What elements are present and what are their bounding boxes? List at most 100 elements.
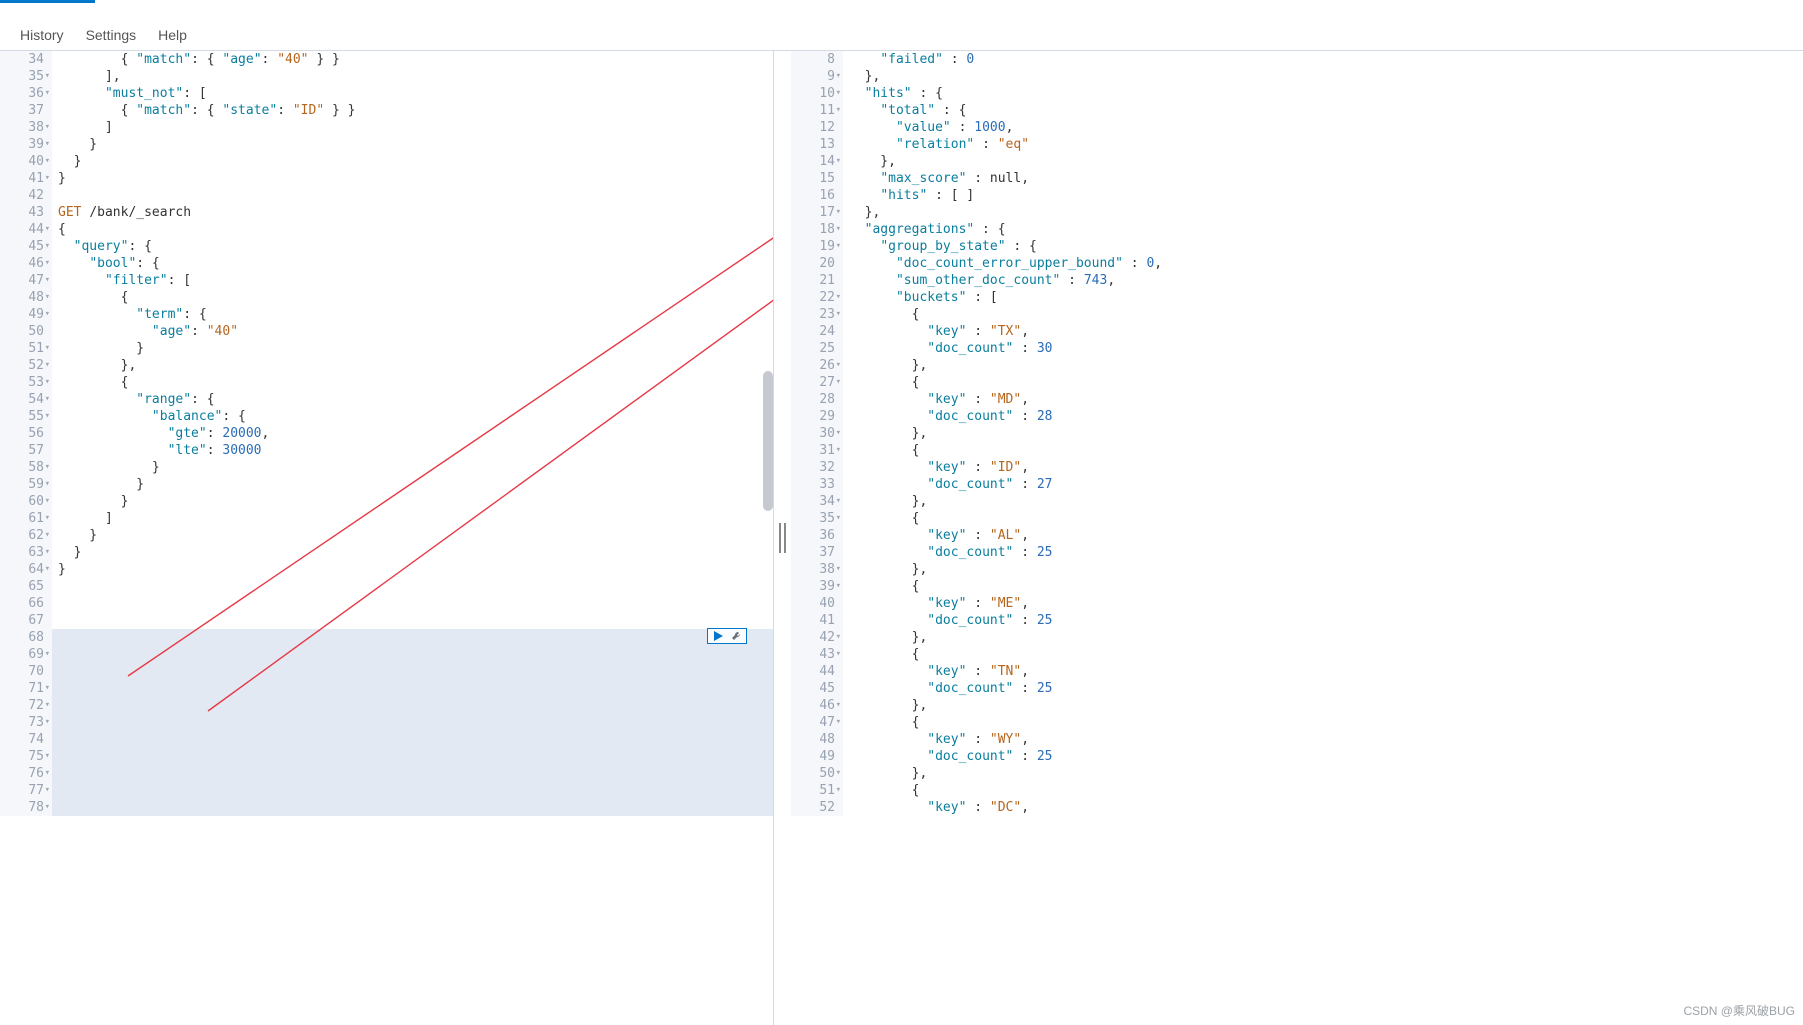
left-gutter: 3435363738394041424344454647484950515253… (0, 51, 52, 816)
code-line[interactable]: }, (58, 357, 773, 374)
code-line[interactable]: "key" : "ME", (849, 595, 1803, 612)
tab-accent (0, 0, 95, 3)
menu-help[interactable]: Help (158, 27, 187, 43)
left-scrollbar-thumb[interactable] (763, 371, 773, 511)
code-line[interactable]: { (849, 442, 1803, 459)
code-line[interactable]: "age": "40" (58, 323, 773, 340)
code-line[interactable] (58, 187, 773, 204)
panel-splitter[interactable] (774, 50, 791, 1025)
right-gutter: 8910111213141516171819202122232425262728… (791, 51, 843, 816)
watermark: CSDN @乘风破BUG (1683, 1002, 1795, 1019)
code-line[interactable]: "aggregations" : { (849, 221, 1803, 238)
code-line[interactable]: "doc_count" : 27 (849, 476, 1803, 493)
menubar: History Settings Help (0, 20, 1803, 50)
right-code: "failed" : 0 }, "hits" : { "total" : { "… (843, 51, 1803, 816)
code-line[interactable]: "gte": 20000, (58, 425, 773, 442)
code-line[interactable]: { (58, 221, 773, 238)
code-line[interactable]: "doc_count" : 25 (849, 748, 1803, 765)
code-line[interactable]: { (849, 374, 1803, 391)
code-line[interactable] (58, 612, 773, 629)
wrench-icon (730, 630, 742, 642)
code-line[interactable]: } (58, 476, 773, 493)
code-line[interactable]: }, (849, 561, 1803, 578)
code-line[interactable]: { (849, 510, 1803, 527)
left-code[interactable]: { "match": { "age": "40" } } ], "must_no… (52, 51, 773, 816)
code-line[interactable] (58, 595, 773, 612)
app-root: History Settings Help 343536373839404142… (0, 0, 1803, 1025)
code-line[interactable]: "key" : "DC", (849, 799, 1803, 816)
code-line[interactable]: "term": { (58, 306, 773, 323)
code-line[interactable]: "range": { (58, 391, 773, 408)
code-line[interactable]: }, (849, 204, 1803, 221)
left-scrollbar-track[interactable] (763, 51, 773, 1025)
code-line[interactable]: "sum_other_doc_count" : 743, (849, 272, 1803, 289)
code-line[interactable]: "key" : "TX", (849, 323, 1803, 340)
code-line[interactable]: "doc_count" : 30 (849, 340, 1803, 357)
code-line[interactable]: }, (849, 68, 1803, 85)
code-line[interactable]: }, (849, 765, 1803, 782)
code-line[interactable]: "key" : "TN", (849, 663, 1803, 680)
code-line[interactable]: "doc_count" : 25 (849, 544, 1803, 561)
code-line[interactable]: } (58, 459, 773, 476)
code-line[interactable]: } (58, 544, 773, 561)
code-line[interactable]: "value" : 1000, (849, 119, 1803, 136)
code-line[interactable]: "bool": { (58, 255, 773, 272)
code-line[interactable]: "failed" : 0 (849, 51, 1803, 68)
code-line[interactable]: ] (58, 119, 773, 136)
code-line[interactable]: } (58, 561, 773, 578)
code-line[interactable]: "hits" : { (849, 85, 1803, 102)
code-line[interactable]: "doc_count" : 25 (849, 612, 1803, 629)
code-line[interactable]: { (58, 289, 773, 306)
code-line[interactable]: "query": { (58, 238, 773, 255)
code-line[interactable]: { (58, 374, 773, 391)
code-line[interactable]: { (849, 646, 1803, 663)
code-line[interactable]: "doc_count_error_upper_bound" : 0, (849, 255, 1803, 272)
menu-history[interactable]: History (20, 27, 64, 43)
code-line[interactable]: } (58, 170, 773, 187)
code-line[interactable]: { (849, 714, 1803, 731)
code-line[interactable]: }, (849, 153, 1803, 170)
code-line[interactable]: "key" : "AL", (849, 527, 1803, 544)
code-line[interactable]: } (58, 136, 773, 153)
panels: 3435363738394041424344454647484950515253… (0, 50, 1803, 1025)
code-line[interactable]: { "match": { "age": "40" } } (58, 51, 773, 68)
code-line[interactable]: "key" : "WY", (849, 731, 1803, 748)
run-query-button[interactable] (707, 628, 747, 644)
code-line[interactable]: "max_score" : null, (849, 170, 1803, 187)
play-icon (712, 630, 724, 642)
resize-handle-icon (779, 523, 786, 553)
code-line[interactable]: "lte": 30000 (58, 442, 773, 459)
code-line[interactable]: "doc_count" : 28 (849, 408, 1803, 425)
response-viewer[interactable]: 8910111213141516171819202122232425262728… (791, 50, 1803, 1025)
code-line[interactable]: GET /bank/_search (58, 204, 773, 221)
code-line[interactable]: "key" : "MD", (849, 391, 1803, 408)
code-line[interactable]: }, (849, 493, 1803, 510)
code-line[interactable]: } (58, 527, 773, 544)
code-line[interactable]: }, (849, 425, 1803, 442)
code-line[interactable]: }, (849, 629, 1803, 646)
code-line[interactable]: { (849, 306, 1803, 323)
code-line[interactable]: } (58, 153, 773, 170)
code-line[interactable]: "buckets" : [ (849, 289, 1803, 306)
code-line[interactable]: { (849, 578, 1803, 595)
code-line[interactable]: ], (58, 68, 773, 85)
code-line[interactable]: "must_not": [ (58, 85, 773, 102)
code-line[interactable]: { (849, 782, 1803, 799)
code-line[interactable]: } (58, 340, 773, 357)
code-line[interactable]: }, (849, 697, 1803, 714)
code-line[interactable] (58, 578, 773, 595)
code-line[interactable]: "group_by_state" : { (849, 238, 1803, 255)
code-line[interactable]: "relation" : "eq" (849, 136, 1803, 153)
code-line[interactable]: "hits" : [ ] (849, 187, 1803, 204)
code-line[interactable]: } (58, 493, 773, 510)
code-line[interactable]: "filter": [ (58, 272, 773, 289)
code-line[interactable]: { "match": { "state": "ID" } } (58, 102, 773, 119)
request-editor[interactable]: 3435363738394041424344454647484950515253… (0, 50, 774, 1025)
menu-settings[interactable]: Settings (86, 27, 137, 43)
code-line[interactable]: "total" : { (849, 102, 1803, 119)
code-line[interactable]: "key" : "ID", (849, 459, 1803, 476)
code-line[interactable]: "doc_count" : 25 (849, 680, 1803, 697)
code-line[interactable]: ] (58, 510, 773, 527)
code-line[interactable]: }, (849, 357, 1803, 374)
code-line[interactable]: "balance": { (58, 408, 773, 425)
